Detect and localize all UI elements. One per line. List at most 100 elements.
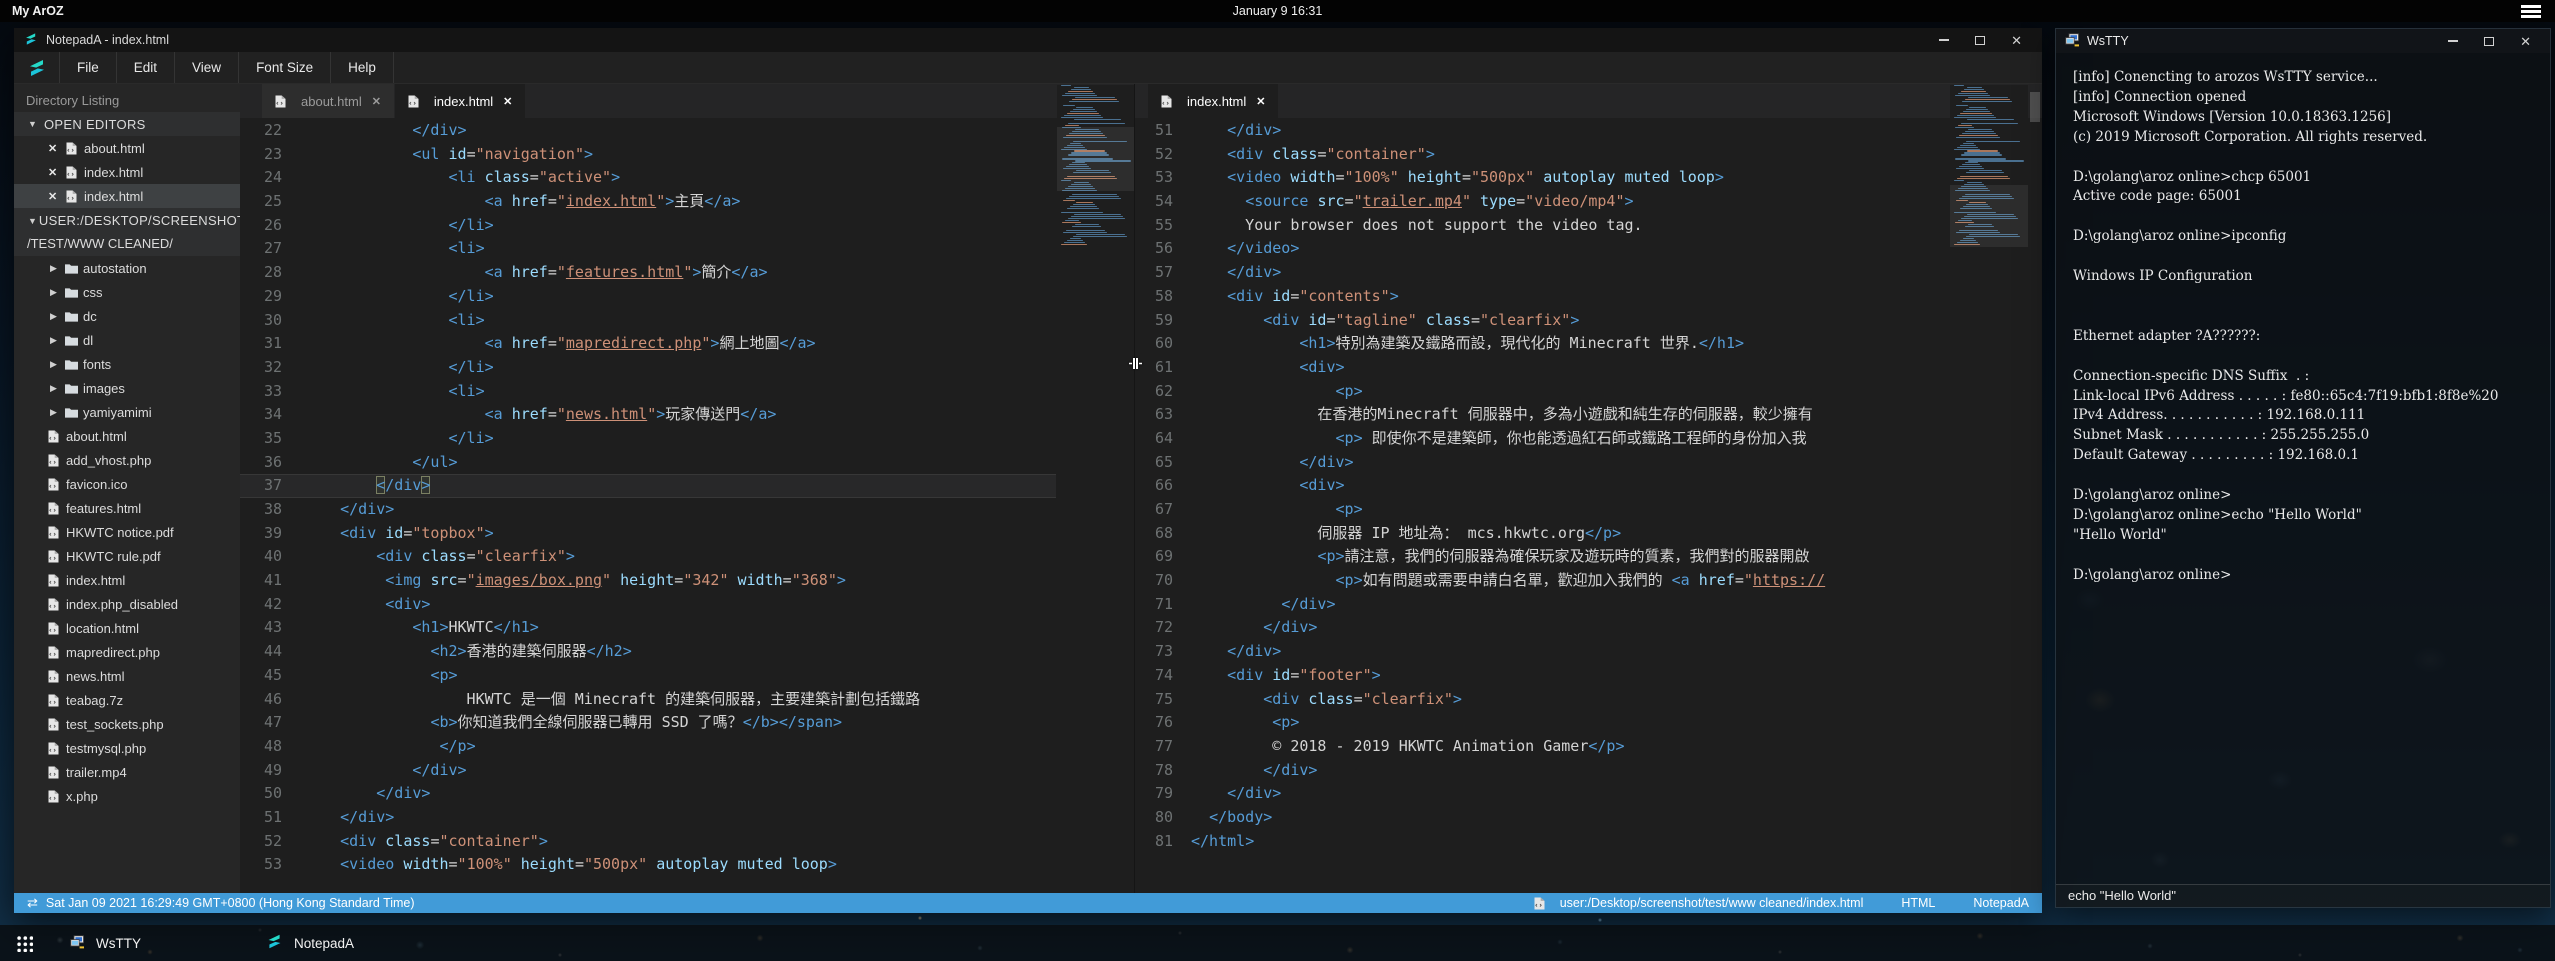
open-editors-section[interactable]: ▼ OPEN EDITORS: [14, 112, 240, 136]
code-line[interactable]: 22 </div>: [240, 119, 1056, 143]
tree-folder[interactable]: ▶ css: [14, 280, 240, 304]
minimap-left[interactable]: [1057, 85, 1134, 893]
tree-file[interactable]: mapredirect.php: [14, 640, 240, 664]
tab-close-icon[interactable]: ✕: [503, 95, 512, 108]
code-line[interactable]: 38 </div>: [240, 498, 1056, 522]
maximize-icon[interactable]: [1975, 36, 1985, 45]
code-line[interactable]: 30 <li>: [240, 309, 1056, 333]
code-line[interactable]: 73 </div>: [1135, 640, 1949, 664]
tab-close-icon[interactable]: ✕: [1256, 95, 1265, 108]
code-line[interactable]: 24 <li class="active">: [240, 166, 1056, 190]
tree-file[interactable]: about.html: [14, 424, 240, 448]
tree-file[interactable]: favicon.ico: [14, 472, 240, 496]
code-line[interactable]: 55 Your browser does not support the vid…: [1135, 214, 1949, 238]
code-line[interactable]: 68 伺服器 IP 地址為： mcs.hkwtc.org</p>: [1135, 522, 1949, 546]
close-icon[interactable]: ✕: [2011, 34, 2022, 47]
scrollbar[interactable]: [2028, 84, 2042, 893]
tree-folder[interactable]: ▶ dl: [14, 328, 240, 352]
tree-file[interactable]: teabag.7z: [14, 688, 240, 712]
code-line[interactable]: 63 在香港的Minecraft 伺服器中，多為小遊戲和純生存的伺服器，較少擁有: [1135, 403, 1949, 427]
code-line[interactable]: 36 </ul>: [240, 451, 1056, 475]
code-line[interactable]: 31 <a href="mapredirect.php">網上地圖</a>: [240, 332, 1056, 356]
code-line[interactable]: 64 <p> 即使你不是建築師，你也能透過紅石師或鐵路工程師的身份加入我: [1135, 427, 1949, 451]
code-line[interactable]: 62 <p>: [1135, 380, 1949, 404]
taskbar-item-notepada[interactable]: NotepadA: [266, 925, 354, 961]
menu-file[interactable]: File: [60, 52, 117, 83]
menu-view[interactable]: View: [175, 52, 239, 83]
code-line[interactable]: 58 <div id="contents">: [1135, 285, 1949, 309]
code-line[interactable]: 40 <div class="clearfix">: [240, 545, 1056, 569]
code-line[interactable]: 69 <p>請注意，我們的伺服器為確保玩家及遊玩時的質素，我們對的服器開啟: [1135, 545, 1949, 569]
code-line[interactable]: 47 <b>你知道我們全線伺服器已轉用 SSD 了嗎？</b></span>: [240, 711, 1056, 735]
terminal-output[interactable]: [info] Conencting to arozos WsTTY servic…: [2056, 53, 2550, 883]
tree-folder[interactable]: ▶ images: [14, 376, 240, 400]
code-line[interactable]: 67 <p>: [1135, 498, 1949, 522]
tab-index-html[interactable]: index.html ✕: [395, 84, 525, 118]
code-line[interactable]: 76 <p>: [1135, 711, 1949, 735]
tree-file[interactable]: news.html: [14, 664, 240, 688]
code-line[interactable]: 37 </div>: [240, 474, 1056, 498]
close-icon[interactable]: ✕: [2520, 35, 2531, 48]
wstty-titlebar[interactable]: WsTTY ✕: [2056, 29, 2550, 53]
open-editor-item[interactable]: ✕ index.html: [14, 160, 240, 184]
tree-file[interactable]: index.html: [14, 568, 240, 592]
code-line[interactable]: 66 <div>: [1135, 474, 1949, 498]
code-line[interactable]: 56 </video>: [1135, 237, 1949, 261]
open-editor-item[interactable]: ✕ index.html: [14, 184, 240, 208]
code-line[interactable]: 57 </div>: [1135, 261, 1949, 285]
tree-file[interactable]: HKWTC rule.pdf: [14, 544, 240, 568]
tab-index-html-right[interactable]: index.html ✕: [1148, 84, 1278, 118]
code-line[interactable]: 42 <div>: [240, 593, 1056, 617]
close-icon[interactable]: ✕: [48, 190, 66, 203]
code-line[interactable]: 34 <a href="news.html">玩家傳送門</a>: [240, 403, 1056, 427]
tab-about-html[interactable]: about.html ✕: [262, 84, 394, 118]
code-line[interactable]: 70 <p>如有問題或需要申請白名單，歡迎加入我們的 <a href="http…: [1135, 569, 1949, 593]
taskbar-item-wstty[interactable]: WsTTY: [70, 925, 141, 961]
tree-file[interactable]: index.php_disabled: [14, 592, 240, 616]
code-line[interactable]: 77 © 2018 - 2019 HKWTC Animation Gamer</…: [1135, 735, 1949, 759]
code-line[interactable]: 23 <ul id="navigation">: [240, 143, 1056, 167]
code-line[interactable]: 81</html>: [1135, 830, 1949, 854]
code-line[interactable]: 52 <div class="container">: [1135, 143, 1949, 167]
code-line[interactable]: 26 </li>: [240, 214, 1056, 238]
code-line[interactable]: 41 <img src="images/box.png" height="342…: [240, 569, 1056, 593]
minimize-icon[interactable]: [1939, 39, 1949, 41]
tree-file[interactable]: location.html: [14, 616, 240, 640]
tree-folder[interactable]: ▶ dc: [14, 304, 240, 328]
close-icon[interactable]: ✕: [48, 142, 66, 155]
code-line[interactable]: 61 <div>: [1135, 356, 1949, 380]
code-line[interactable]: 74 <div id="footer">: [1135, 664, 1949, 688]
hamburger-menu-icon[interactable]: [2521, 5, 2541, 20]
terminal-input[interactable]: echo "Hello World": [2056, 884, 2550, 907]
code-line[interactable]: 48 </p>: [240, 735, 1056, 759]
tree-file[interactable]: x.php: [14, 784, 240, 808]
code-line[interactable]: 75 <div class="clearfix">: [1135, 688, 1949, 712]
tree-file[interactable]: features.html: [14, 496, 240, 520]
code-editor-right[interactable]: 51 </div>52 <div class="container">53 <v…: [1135, 119, 1949, 893]
tab-close-icon[interactable]: ✕: [372, 95, 381, 108]
tree-file[interactable]: trailer.mp4: [14, 760, 240, 784]
code-line[interactable]: 80 </body>: [1135, 806, 1949, 830]
code-line[interactable]: 32 </li>: [240, 356, 1056, 380]
code-line[interactable]: 44 <h2>香港的建築伺服器</h2>: [240, 640, 1056, 664]
code-line[interactable]: 27 <li>: [240, 237, 1056, 261]
menu-font-size[interactable]: Font Size: [239, 52, 331, 83]
code-editor-left[interactable]: 22 </div>23 <ul id="navigation">24 <li c…: [240, 119, 1056, 893]
code-line[interactable]: 35 </li>: [240, 427, 1056, 451]
code-line[interactable]: 51 </div>: [240, 806, 1056, 830]
notepada-titlebar[interactable]: NotepadA - index.html ✕: [14, 28, 2042, 52]
code-line[interactable]: 29 </li>: [240, 285, 1056, 309]
scrollbar-thumb[interactable]: [2030, 92, 2040, 122]
tree-folder[interactable]: ▶ fonts: [14, 352, 240, 376]
menu-edit[interactable]: Edit: [117, 52, 175, 83]
close-icon[interactable]: ✕: [48, 166, 66, 179]
minimap-right[interactable]: [1950, 85, 2028, 893]
code-line[interactable]: 45 <p>: [240, 664, 1056, 688]
code-line[interactable]: 33 <li>: [240, 380, 1056, 404]
maximize-icon[interactable]: [2484, 37, 2494, 46]
code-line[interactable]: 72 </div>: [1135, 616, 1949, 640]
code-line[interactable]: 71 </div>: [1135, 593, 1949, 617]
code-line[interactable]: 60 <h1>特別為建築及鐵路而設，現代化的 Minecraft 世界.</h1…: [1135, 332, 1949, 356]
code-line[interactable]: 79 </div>: [1135, 782, 1949, 806]
menu-help[interactable]: Help: [331, 52, 394, 83]
